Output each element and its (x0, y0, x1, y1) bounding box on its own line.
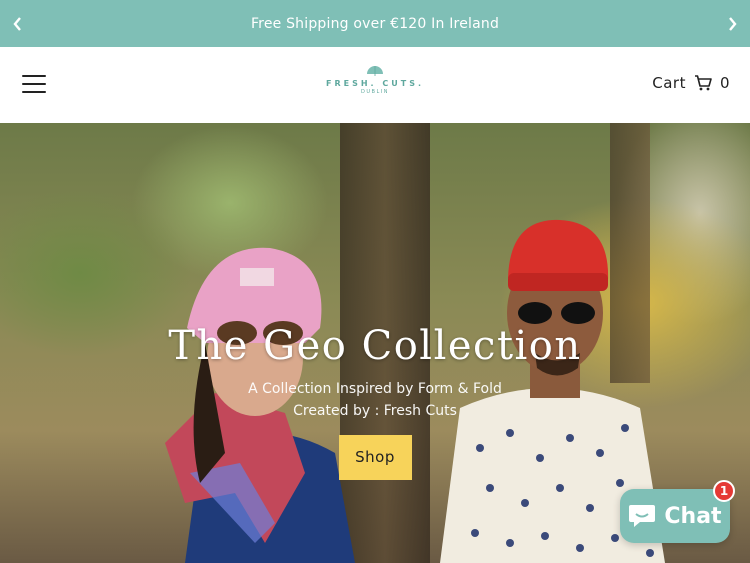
chat-notification-badge: 1 (713, 480, 735, 502)
chat-bubble-icon (629, 505, 656, 527)
hero-subtitle: A Collection Inspired by Form & Fold (248, 381, 502, 397)
umbrella-logo-icon (367, 66, 383, 76)
hero-content: The Geo Collection A Collection Inspired… (0, 323, 750, 480)
logo-brand: FRESH. CUTS. (326, 79, 424, 88)
announcement-next-button[interactable] (714, 0, 750, 47)
cart-label: Cart (652, 74, 686, 92)
site-logo[interactable]: FRESH. CUTS. DUBLIN (320, 65, 430, 107)
shopping-cart-icon (694, 75, 712, 91)
cart-count: 0 (719, 74, 730, 92)
chat-label: Chat (664, 503, 722, 529)
hero-credit: Created by : Fresh Cuts (293, 403, 457, 419)
site-header: FRESH. CUTS. DUBLIN Cart 0 (0, 47, 750, 123)
hero-title: The Geo Collection (168, 323, 582, 369)
hamburger-icon[interactable] (22, 75, 46, 95)
logo-city: DUBLIN (361, 89, 389, 95)
announcement-prev-button[interactable] (0, 0, 36, 47)
chat-button[interactable]: Chat (620, 489, 730, 543)
chevron-left-icon (13, 16, 21, 31)
shop-button[interactable]: Shop (338, 435, 412, 480)
announcement-text: Free Shipping over €120 In Ireland (250, 15, 500, 32)
chevron-right-icon (729, 16, 737, 31)
cart-link[interactable]: Cart 0 (652, 74, 730, 92)
announcement-bar: Free Shipping over €120 In Ireland (0, 0, 750, 47)
